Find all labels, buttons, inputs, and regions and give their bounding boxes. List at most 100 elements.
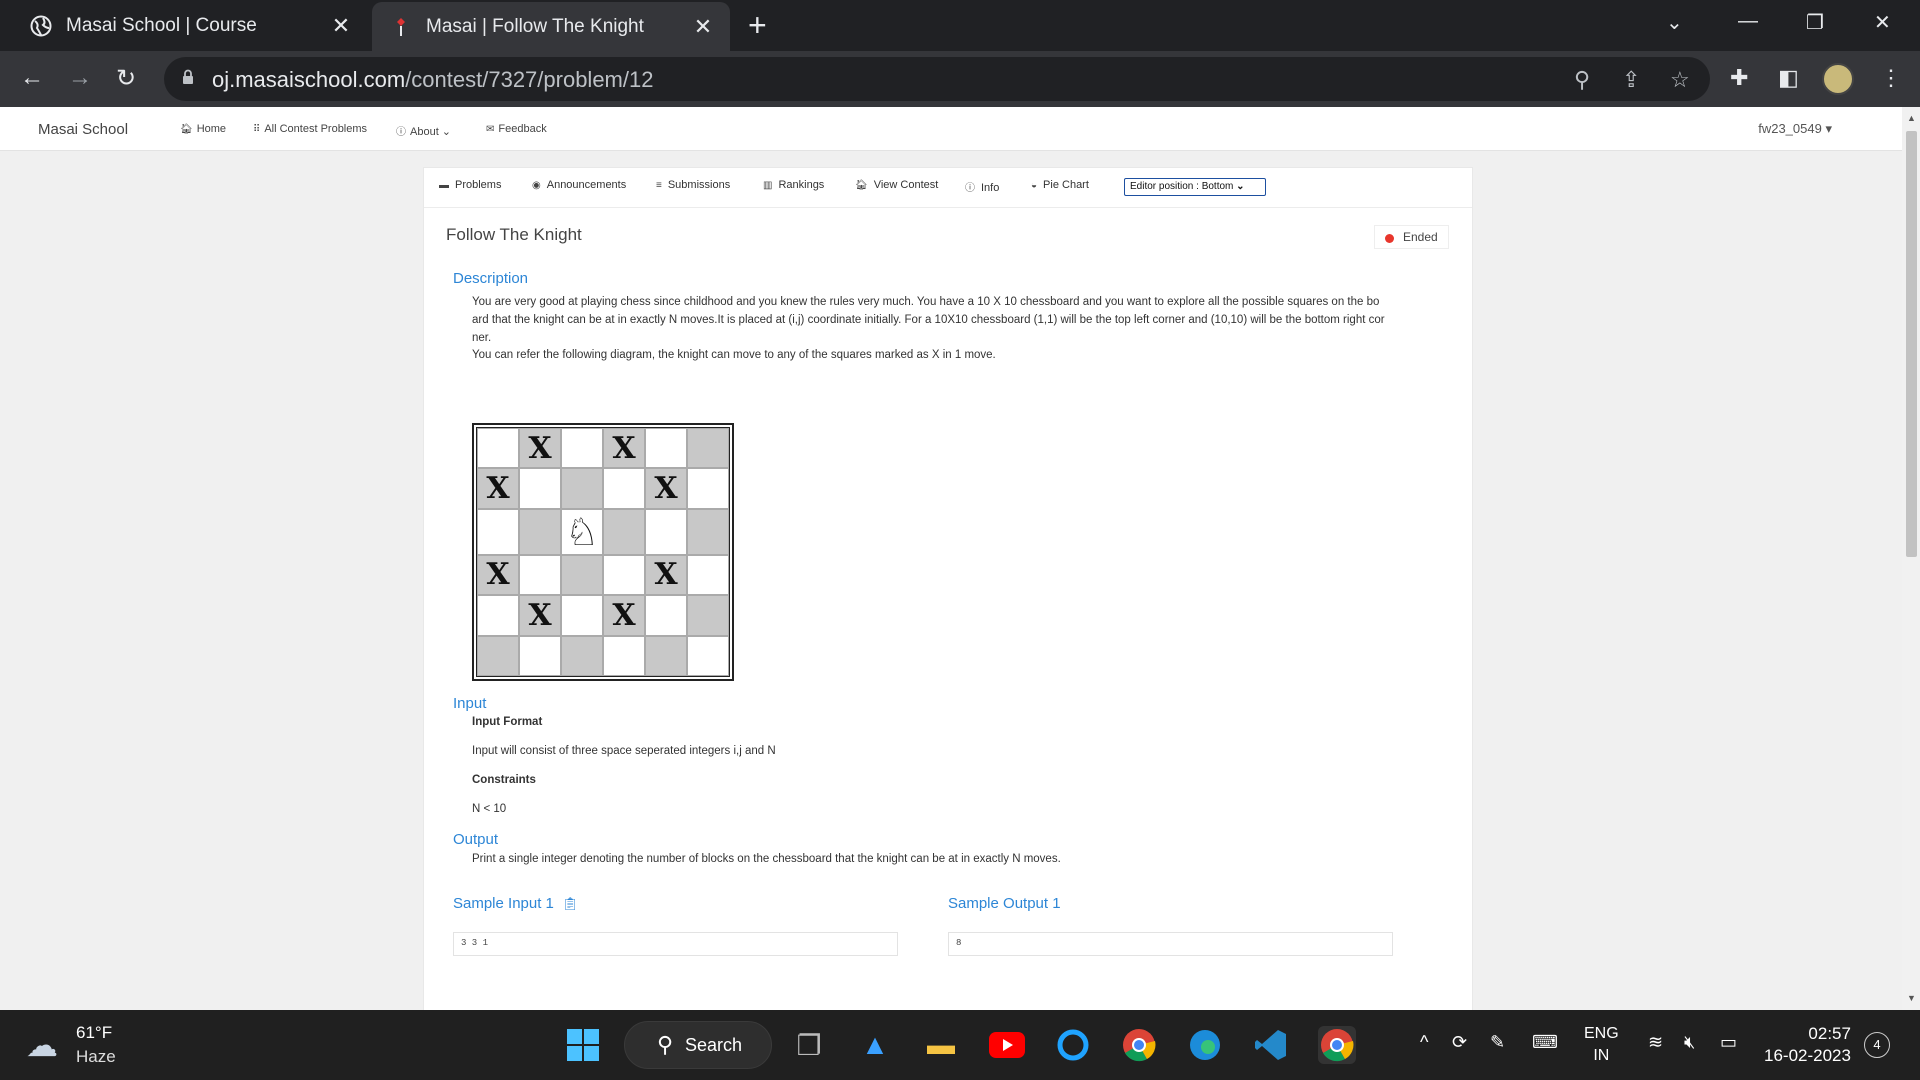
close-tab-icon[interactable]: ✕ [688,14,718,40]
scrollbar-thumb[interactable] [1906,131,1917,557]
user-menu[interactable]: fw23_0549 ▾ [1758,121,1832,137]
board-cell-move: X [603,428,645,469]
close-window-icon[interactable]: ✕ [1874,10,1891,35]
page-viewport: Masai School 🏠︎ Home ⠿ All Contest Problem… [0,107,1902,1010]
nav-home[interactable]: 🏠︎ Home [180,123,226,135]
browser-tab-knight[interactable]: Masai | Follow The Knight ✕ [372,2,730,51]
page-scrollbar[interactable]: ▲ ▼ [1902,107,1920,1010]
clipboard-icon[interactable]: 📋︎ [562,896,579,911]
sync-icon[interactable]: ⟳ [1452,1032,1467,1053]
input-format-text: Input will consist of three space sepera… [472,745,776,757]
task-view-icon[interactable]: ❐ [790,1026,828,1064]
input-heading: Input [453,695,487,712]
chrome-icon[interactable] [1120,1026,1158,1064]
minimize-icon[interactable]: — [1738,10,1758,33]
reload-icon[interactable]: ↻ [116,64,136,93]
description-text: You are very good at playing chess since… [472,296,1385,344]
weather-description[interactable]: Haze [76,1047,116,1067]
chevron-down-icon: ⌄ [438,126,452,138]
board-cell-move: X [519,428,561,469]
board-cell [603,554,645,596]
volume-muted-icon[interactable]: 🔇︎ [1684,1032,1695,1053]
home-icon: 🏠︎ [855,180,868,191]
tab-problems[interactable]: ▬ Problems [439,179,501,191]
sample-input-label: Sample Input 1 📋︎ [453,895,579,912]
tab-rankings[interactable]: ▥ Rankings [763,179,824,191]
board-cell [645,595,687,636]
board-cell [519,508,561,555]
tab-pie-chart[interactable]: ◒ Pie Chart [1031,179,1089,191]
weather-cloud-icon[interactable]: ☁ [26,1026,58,1064]
notification-badge[interactable]: 4 [1864,1032,1890,1058]
keyboard-icon[interactable]: ⌨ [1532,1032,1558,1053]
youtube-icon[interactable] [988,1026,1026,1064]
problem-title: Follow The Knight [446,225,582,244]
address-bar[interactable]: oj.masaischool.com/contest/7327/problem/… [164,57,1710,101]
zoom-icon[interactable]: ⚲ [1574,67,1590,93]
windows-start-icon[interactable] [564,1026,602,1064]
scroll-down-icon[interactable]: ▼ [1907,993,1916,1003]
forward-icon[interactable]: → [68,64,92,92]
list-icon: ≡ [656,180,662,191]
edge-icon[interactable] [1186,1026,1224,1064]
status-dot-icon [1385,234,1394,243]
constraints-label: Constraints [472,774,536,786]
knight-piece-icon: ♘ [561,508,603,555]
sample-input-box: 3 3 1 [453,932,898,956]
board-cell [687,428,729,469]
browser-tab-course[interactable]: Masai School | Course ✕ [0,0,368,51]
board-cell [645,635,687,676]
chrome-active-icon[interactable] [1318,1026,1356,1064]
side-panel-icon[interactable]: ◧ [1778,65,1799,91]
new-tab-icon[interactable]: + [748,8,767,42]
globe-icon [30,15,52,37]
tab-submissions[interactable]: ≡ Submissions [656,179,730,191]
profile-avatar[interactable] [1822,63,1854,95]
board-cell [477,635,519,676]
board-cell-move: X [519,595,561,636]
board-cell [687,554,729,596]
nav-about[interactable]: ⓘ About ⌄ [396,123,451,138]
file-explorer-icon[interactable]: ▬ [922,1026,960,1064]
board-cell-move: X [477,468,519,509]
board-cell [561,635,603,676]
board-cell [603,468,645,509]
book-icon: ▬ [439,180,449,191]
back-icon[interactable]: ← [20,64,44,92]
scroll-up-icon[interactable]: ▲ [1907,113,1916,123]
cortana-icon[interactable] [1054,1026,1092,1064]
tab-announcements[interactable]: ◉ Announcements [532,179,626,191]
extensions-icon[interactable]: ✚ [1730,65,1748,91]
battery-icon[interactable]: ▭ [1720,1032,1737,1053]
taskbar-search[interactable]: ⚲ Search [624,1021,772,1069]
board-cell [603,508,645,555]
wifi-icon[interactable]: ≋ [1648,1032,1663,1053]
browser-tabstrip: Masai School | Course ✕ Masai | Follow T… [0,0,1920,51]
nav-feedback[interactable]: ✉︎ Feedback [486,123,547,135]
windows-taskbar: ☁ 61°F Haze ⚲ Search ❐ ▲ ▬ ^ ⟳ ✎ ⌨ ENG IN … [0,1010,1920,1080]
chevron-down-icon: ⌄ [1236,181,1245,192]
close-tab-icon[interactable]: ✕ [326,13,356,39]
site-brand[interactable]: Masai School [38,121,128,138]
share-icon[interactable]: ⇪ [1622,67,1640,93]
tray-overflow-icon[interactable]: ^ [1420,1032,1428,1053]
bookmark-star-icon[interactable]: ☆ [1670,67,1690,93]
nav-all-contest-problems[interactable]: ⠿ All Contest Problems [253,123,367,135]
board-cell [645,508,687,555]
system-clock[interactable]: 02:57 16-02-2023 [1764,1023,1851,1067]
board-cell [477,428,519,469]
language-indicator[interactable]: ENG IN [1584,1023,1619,1067]
tab-search-icon[interactable]: ⌄ [1666,10,1683,35]
weather-temperature[interactable]: 61°F [76,1023,112,1043]
chessboard-grid: X X X X ♘ X X X X [476,427,730,677]
tab-info[interactable]: ⓘ Info [965,179,999,194]
photos-icon[interactable]: ▲ [856,1026,894,1064]
editor-position-select[interactable]: Editor position : Bottom ⌄ [1124,178,1266,196]
menu-kebab-icon[interactable]: ⋮ [1880,65,1902,91]
board-cell [477,595,519,636]
vscode-icon[interactable] [1252,1026,1290,1064]
restore-icon[interactable]: ❐ [1806,10,1824,35]
tab-view-contest[interactable]: 🏠︎ View Contest [855,179,938,191]
board-cell [687,595,729,636]
pen-icon[interactable]: ✎ [1490,1032,1505,1053]
